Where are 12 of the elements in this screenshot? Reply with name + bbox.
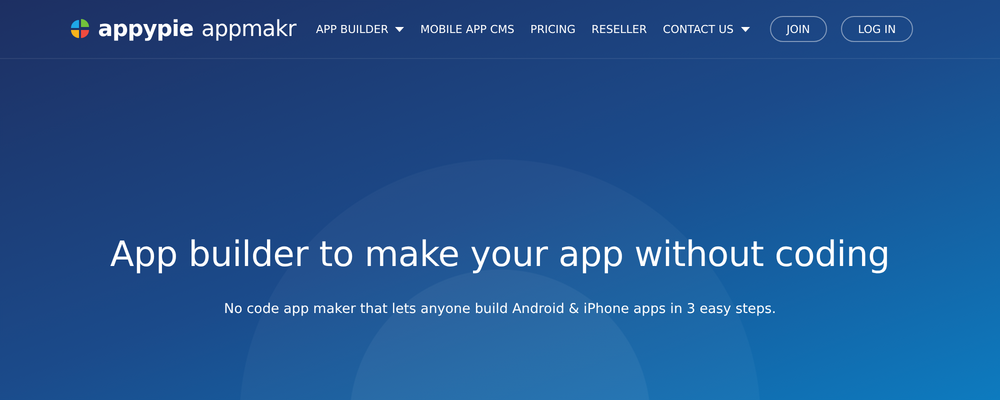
- hero-subtitle: No code app maker that lets anyone build Android & iPhone apps in 3 easy steps.: [224, 301, 776, 317]
- logo-icon: [68, 17, 92, 41]
- header-button[interactable]: JOIN: [770, 16, 827, 42]
- logo-product[interactable]: appmakr: [201, 16, 296, 42]
- logo-brand[interactable]: appypie: [98, 16, 194, 42]
- nav-link[interactable]: MOBILE APP CMS: [420, 22, 514, 36]
- nav-link[interactable]: PRICING: [530, 22, 576, 36]
- nav-link[interactable]: CONTACT US: [662, 22, 750, 36]
- hero-title: App builder to make your app without coding: [110, 235, 890, 275]
- nav-link[interactable]: RESELLER: [592, 22, 647, 36]
- nav-link[interactable]: APP BUILDER: [316, 22, 404, 36]
- header-button[interactable]: LOG IN: [840, 16, 913, 42]
